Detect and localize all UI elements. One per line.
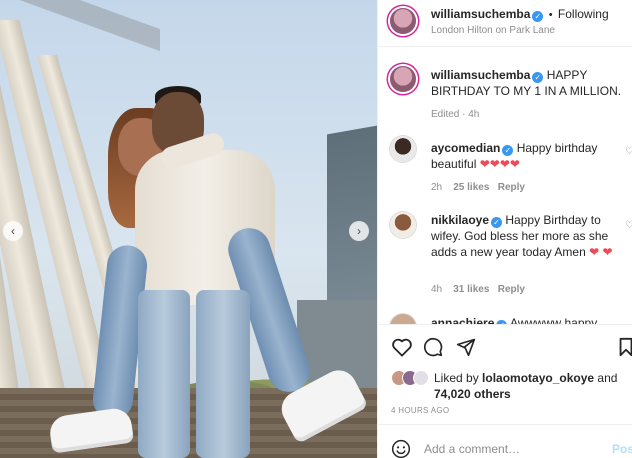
comment-avatar[interactable] [390, 212, 416, 238]
verified-badge-icon: ✓ [502, 145, 514, 156]
comment-text-clipped: annachiere✓ Awwwww happy [431, 315, 597, 324]
like-comment-heart-icon[interactable]: ♡ [625, 146, 632, 157]
verified-badge-icon: ✓ [532, 11, 544, 22]
caption: williamsuchemba ✓ HAPPY BIRTHDAY TO MY 1 … [431, 67, 632, 99]
comment-input[interactable]: Add a comment… [424, 442, 604, 456]
likes-summary: Liked by lolaomotayo_okoye and 74,020 ot… [434, 370, 630, 402]
avatar [413, 370, 429, 386]
comment-username[interactable]: annachiere [431, 316, 494, 324]
author-username[interactable]: williamsuchemba [431, 7, 530, 21]
comment-avatar[interactable] [390, 136, 416, 162]
comment-avatar[interactable] [390, 314, 416, 324]
author-avatar[interactable] [390, 66, 416, 92]
carousel-prev-button[interactable]: ‹ [3, 221, 23, 241]
comment-username[interactable]: nikkilaoye [431, 213, 489, 227]
verified-badge-icon: ✓ [491, 217, 503, 228]
comment-item-clipped: annachiere✓ Awwwww happy [378, 312, 632, 324]
comment-box-divider [378, 424, 632, 425]
post-comment-button[interactable]: Post [612, 442, 632, 456]
comment-likes[interactable]: 25 likes [453, 182, 489, 193]
actions-divider [378, 324, 632, 325]
save-bookmark-icon[interactable] [618, 337, 632, 357]
caption-edited: Edited · 4h [431, 109, 480, 120]
heart-emoji: ❤ [589, 245, 600, 259]
comment-likes[interactable]: 31 likes [453, 284, 489, 295]
emoji-smiley-icon[interactable] [391, 439, 411, 458]
author-avatar[interactable] [390, 8, 416, 34]
comment-meta: 4h 31 likes Reply [431, 284, 525, 295]
likes-and: and [597, 371, 618, 385]
likes-username[interactable]: lolaomotayo_okoye [482, 371, 594, 385]
like-comment-heart-icon[interactable]: ♡ [625, 220, 632, 231]
heart-emoji: ❤ [602, 245, 613, 259]
liked-by-avatars [391, 370, 435, 386]
post-header: williamsuchemba ✓ • Following [431, 7, 631, 22]
man-jeans [196, 290, 250, 458]
comment-age: 2h [431, 182, 443, 193]
comment-meta: 2h 25 likes Reply [431, 182, 525, 193]
separator-dot: • [548, 9, 553, 21]
verified-badge-icon: ✓ [532, 72, 544, 83]
man-jeans [138, 290, 190, 458]
comment-bubble-icon[interactable] [423, 337, 443, 357]
like-heart-icon[interactable] [391, 337, 413, 357]
following-button[interactable]: Following [558, 7, 609, 21]
post-timestamp: 4 HOURS AGO [391, 406, 450, 415]
location-link[interactable]: London Hilton on Park Lane [431, 25, 555, 36]
caption-username[interactable]: williamsuchemba [431, 68, 530, 82]
share-paper-plane-icon[interactable] [456, 337, 476, 357]
likes-prefix: Liked by [434, 371, 479, 385]
comment-username[interactable]: aycomedian [431, 141, 500, 155]
heart-emoji: ❤❤❤❤ [479, 157, 520, 171]
comment-age: 4h [431, 284, 443, 295]
comment-reply-button[interactable]: Reply [498, 284, 525, 295]
header-divider [378, 46, 632, 47]
carousel-next-button[interactable]: › [349, 221, 369, 241]
comment-text: Awwwww happy [510, 316, 598, 324]
post-details-panel: williamsuchemba ✓ • Following London Hilt… [377, 0, 632, 458]
likes-count[interactable]: 74,020 others [434, 387, 511, 401]
comment-reply-button[interactable]: Reply [498, 182, 525, 193]
comment-item: aycomedian ✓ Happy birthday beautiful ❤❤❤… [431, 140, 621, 172]
comment-item: nikkilaoye ✓ Happy Birthday to wifey. God… [431, 212, 621, 260]
post-photo[interactable]: ‹ › [0, 0, 377, 458]
